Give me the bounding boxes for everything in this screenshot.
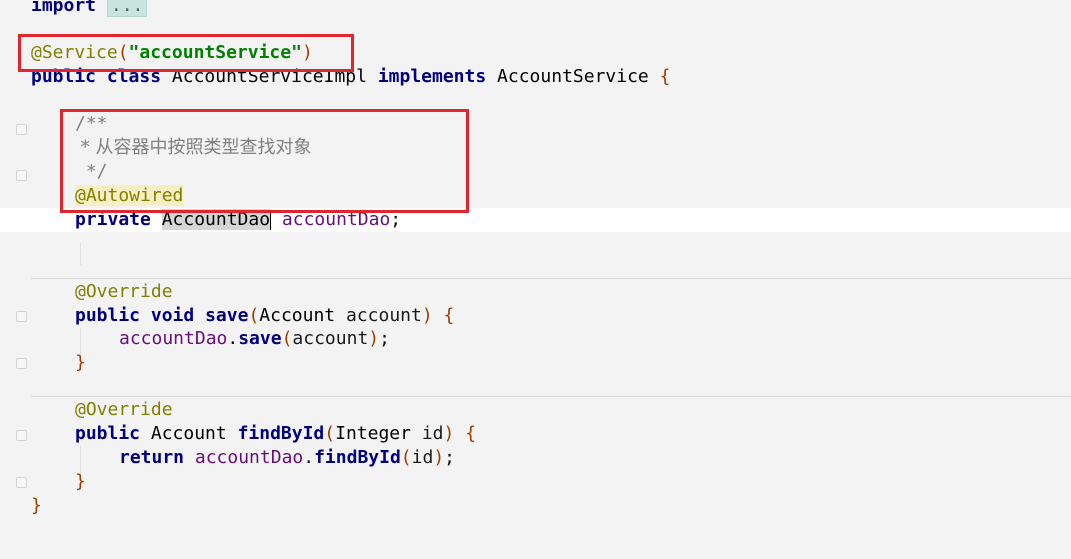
indent-guide (80, 243, 81, 265)
code-line[interactable]: @Override (0, 280, 1071, 304)
keyword: void (150, 305, 195, 326)
highlight-box-autowired-annotation (60, 109, 469, 213)
arg: id (411, 447, 434, 468)
type-name: Account (150, 423, 227, 444)
method-name: save (205, 305, 249, 326)
param-name: id (421, 423, 444, 444)
semicolon: ; (379, 328, 390, 349)
interface-name: AccountService (497, 66, 649, 87)
keyword: return (119, 447, 185, 468)
method-separator (31, 278, 1071, 279)
keyword: implements (377, 66, 487, 87)
keyword: public (75, 305, 141, 326)
arg: account (292, 328, 369, 349)
code-line[interactable]: } (0, 494, 1071, 518)
brace: } (75, 352, 86, 373)
text-caret (270, 210, 272, 230)
brace: } (75, 471, 86, 492)
annotation: @Override (75, 281, 173, 302)
method-call: save (238, 328, 282, 349)
code-line[interactable]: @Override (0, 398, 1071, 422)
keyword: import (31, 0, 97, 16)
semicolon: ; (444, 447, 456, 468)
dot: . (227, 328, 239, 349)
paren: ( (400, 447, 412, 468)
brace: { (465, 423, 477, 444)
paren: ( (248, 305, 260, 326)
highlight-box-service-annotation (18, 34, 354, 72)
method-name: findById (237, 423, 325, 444)
brace: } (31, 495, 42, 516)
code-line[interactable]: } (0, 470, 1071, 494)
paren: ( (281, 328, 293, 349)
paren: ) (433, 447, 445, 468)
paren: ( (324, 423, 336, 444)
code-line[interactable]: accountDao.save(account); (0, 327, 1071, 351)
paren: ) (443, 423, 455, 444)
type-name: Account (259, 305, 336, 326)
code-line[interactable]: public Account findById(Integer id) { (0, 422, 1071, 446)
field-ref: accountDao (194, 447, 304, 468)
code-editor[interactable]: import ... @Service("accountService") pu… (0, 0, 1071, 559)
paren: ) (421, 305, 433, 326)
method-call: findById (314, 447, 401, 468)
code-line[interactable]: public void save(Account account) { (0, 304, 1071, 328)
code-line[interactable]: } (0, 351, 1071, 375)
type-name: Integer (335, 423, 411, 444)
paren: ) (368, 328, 380, 349)
code-line[interactable]: import ... (0, 0, 1071, 18)
brace: { (443, 305, 455, 326)
method-separator (31, 396, 1071, 397)
param-name: account (345, 305, 422, 326)
dot: . (303, 447, 315, 468)
field-ref: accountDao (119, 328, 228, 349)
annotation: @Override (75, 399, 173, 420)
folded-imports[interactable]: ... (106, 0, 148, 17)
code-line[interactable]: return accountDao.findById(id); (0, 446, 1071, 470)
keyword: public (75, 423, 141, 444)
brace: { (659, 66, 671, 87)
